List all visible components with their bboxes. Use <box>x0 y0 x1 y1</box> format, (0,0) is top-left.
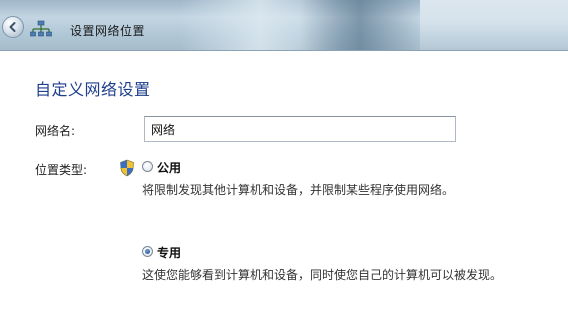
page-heading: 自定义网络设置 <box>35 80 151 99</box>
network-name-label: 网络名: <box>35 124 76 138</box>
titlebar-glass <box>300 0 420 50</box>
private-radio[interactable] <box>142 246 153 257</box>
window-title: 设置网络位置 <box>70 24 146 38</box>
uac-shield-icon <box>120 159 134 177</box>
private-option-label[interactable]: 专用 <box>157 244 181 261</box>
title-bar: 设置网络位置 <box>0 0 568 51</box>
public-option-description: 将限制发现其他计算机和设备，并限制某些程序使用网络。 <box>142 183 455 197</box>
public-option-label[interactable]: 公用 <box>157 159 181 176</box>
private-option-description: 这使您能够看到计算机和设备，同时使您自己的计算机可以被发现。 <box>142 268 503 282</box>
titlebar-glass <box>420 0 568 50</box>
back-arrow-icon <box>9 22 16 32</box>
back-button[interactable] <box>2 16 24 38</box>
location-type-label: 位置类型: <box>35 163 88 177</box>
network-name-field[interactable] <box>144 116 456 142</box>
public-radio[interactable] <box>142 161 153 172</box>
network-icon <box>30 20 52 37</box>
radio-selected-dot <box>145 249 150 254</box>
